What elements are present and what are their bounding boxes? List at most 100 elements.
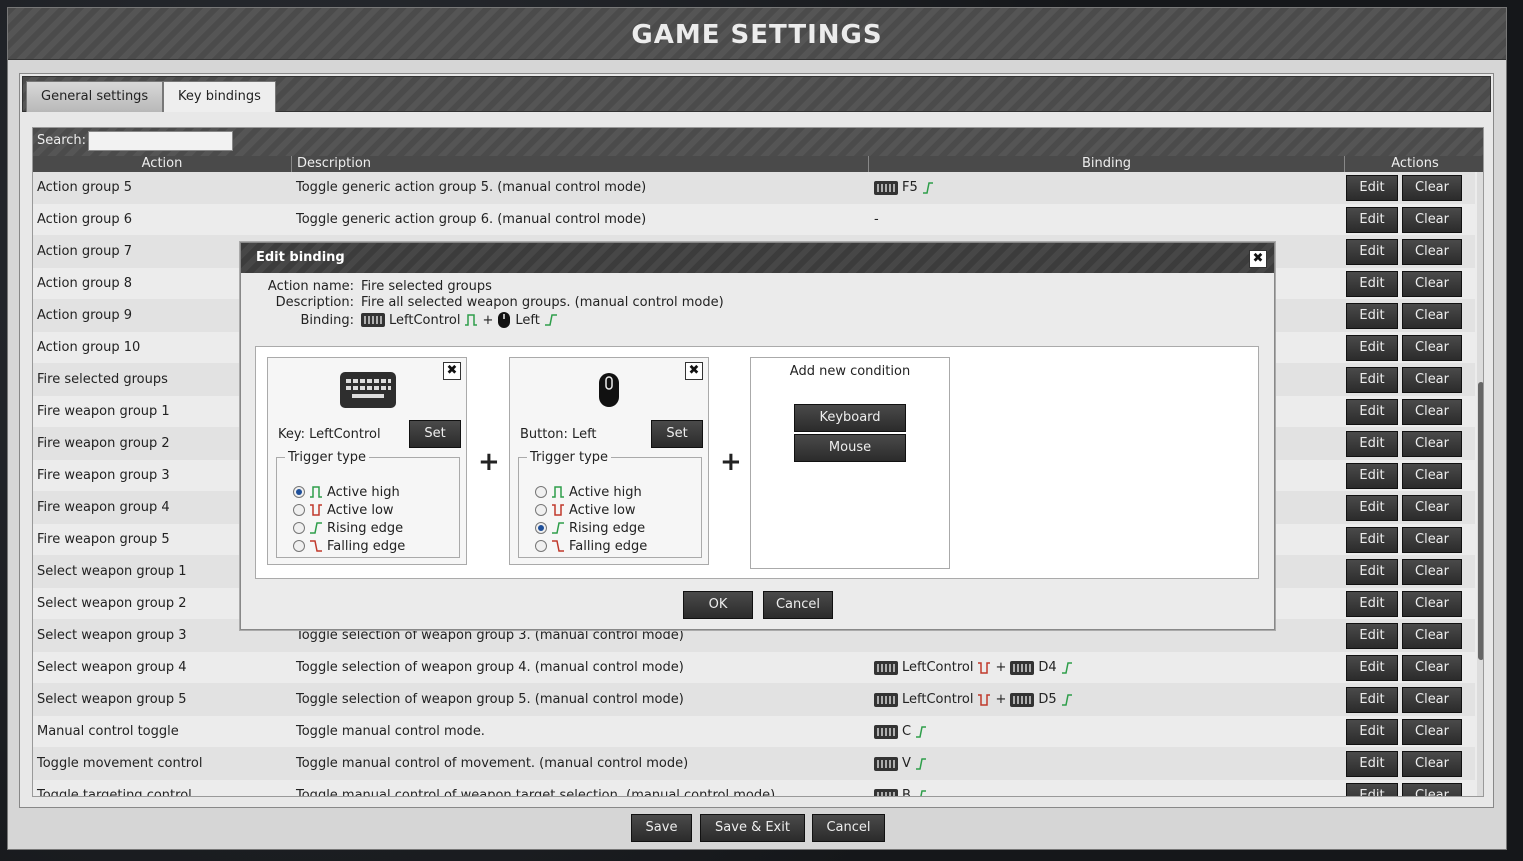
save-button[interactable]: Save	[631, 814, 692, 842]
clear-button[interactable]: Clear	[1402, 399, 1462, 425]
plus-separator-1: +	[478, 447, 500, 477]
edit-button[interactable]: Edit	[1346, 751, 1398, 777]
edit-button[interactable]: Edit	[1346, 431, 1398, 457]
clear-button[interactable]: Clear	[1402, 751, 1462, 777]
dialog-close-icon[interactable]: ✖	[1249, 250, 1267, 268]
mouse-option-falling-edge[interactable]: Falling edge	[535, 537, 647, 555]
row-binding: V	[874, 748, 927, 780]
edit-button[interactable]: Edit	[1346, 783, 1398, 796]
table-row: Select weapon group 4 Toggle selection of…	[33, 652, 1475, 684]
clear-button[interactable]: Clear	[1402, 271, 1462, 297]
add-mouse-condition-button[interactable]: Mouse	[794, 434, 906, 462]
save-exit-button[interactable]: Save & Exit	[700, 814, 805, 842]
clear-button[interactable]: Clear	[1402, 335, 1462, 361]
set-key-button[interactable]: Set	[409, 420, 461, 448]
radio[interactable]	[293, 504, 305, 516]
clear-button[interactable]: Clear	[1402, 239, 1462, 265]
clear-button[interactable]: Clear	[1402, 591, 1462, 617]
clear-button[interactable]: Clear	[1402, 495, 1462, 521]
keyboard-icon	[874, 725, 898, 739]
add-condition-title: Add new condition	[789, 364, 911, 379]
mouse-option-rising-edge[interactable]: Rising edge	[535, 519, 645, 537]
row-action: Action group 5	[37, 180, 133, 195]
scrollbar[interactable]	[1477, 172, 1483, 796]
edit-button[interactable]: Edit	[1346, 271, 1398, 297]
dialog-ok-button[interactable]: OK	[683, 591, 753, 619]
kb-option-falling-edge[interactable]: Falling edge	[293, 537, 405, 555]
edit-button[interactable]: Edit	[1346, 399, 1398, 425]
binding-plus: +	[482, 312, 494, 328]
edit-button[interactable]: Edit	[1346, 335, 1398, 361]
active-low-icon	[552, 504, 564, 516]
action-name-value: Fire selected groups	[361, 279, 492, 294]
edit-button[interactable]: Edit	[1346, 591, 1398, 617]
clear-button[interactable]: Clear	[1402, 687, 1462, 713]
edit-button[interactable]: Edit	[1346, 367, 1398, 393]
trigger-icon	[915, 789, 927, 796]
clear-button[interactable]: Clear	[1402, 303, 1462, 329]
cancel-button[interactable]: Cancel	[812, 814, 885, 842]
clear-button[interactable]: Clear	[1402, 367, 1462, 393]
clear-button[interactable]: Clear	[1402, 783, 1462, 796]
radio-selected[interactable]	[535, 522, 547, 534]
row-binding: LeftControl + D4	[874, 652, 1073, 684]
clear-button[interactable]: Clear	[1402, 207, 1462, 233]
edit-button[interactable]: Edit	[1346, 303, 1398, 329]
radio-selected[interactable]	[293, 486, 305, 498]
edit-button[interactable]: Edit	[1346, 207, 1398, 233]
edit-button[interactable]: Edit	[1346, 495, 1398, 521]
trigger-type-legend: Trigger type	[288, 450, 367, 465]
clear-button[interactable]: Clear	[1402, 527, 1462, 553]
kb-option-rising-edge[interactable]: Rising edge	[293, 519, 403, 537]
active-low-icon	[978, 662, 991, 674]
set-button-button[interactable]: Set	[651, 420, 703, 448]
table-row: Action group 6 Toggle generic action grou…	[33, 204, 1475, 236]
kb-option-active-high[interactable]: Active high	[293, 483, 400, 501]
clear-button[interactable]: Clear	[1402, 655, 1462, 681]
edit-button[interactable]: Edit	[1346, 175, 1398, 201]
edit-button[interactable]: Edit	[1346, 623, 1398, 649]
trigger-icon	[1061, 693, 1073, 707]
footer-buttons: Save Save & Exit Cancel	[8, 814, 1506, 844]
radio[interactable]	[535, 486, 547, 498]
table-row: Select weapon group 5 Toggle selection of…	[33, 684, 1475, 716]
edit-button[interactable]: Edit	[1346, 687, 1398, 713]
edit-button[interactable]: Edit	[1346, 239, 1398, 265]
option-label: Rising edge	[327, 520, 404, 536]
row-action: Fire weapon group 1	[37, 404, 170, 419]
add-keyboard-condition-button[interactable]: Keyboard	[794, 404, 906, 432]
radio[interactable]	[535, 504, 547, 516]
edit-button[interactable]: Edit	[1346, 719, 1398, 745]
clear-button[interactable]: Clear	[1402, 559, 1462, 585]
trigger-icon	[915, 725, 927, 739]
option-label: Active low	[327, 502, 394, 518]
radio[interactable]	[293, 540, 305, 552]
tab-key-bindings[interactable]: Key bindings	[163, 81, 276, 112]
tab-general-settings[interactable]: General settings	[26, 81, 164, 112]
clear-button[interactable]: Clear	[1402, 431, 1462, 457]
row-description: Toggle manual control mode.	[296, 724, 485, 739]
row-binding: B	[874, 780, 927, 796]
clear-button[interactable]: Clear	[1402, 623, 1462, 649]
keyboard-icon	[340, 372, 396, 408]
edit-button[interactable]: Edit	[1346, 559, 1398, 585]
radio[interactable]	[293, 522, 305, 534]
remove-mouse-condition-icon[interactable]: ✖	[685, 362, 703, 380]
search-input[interactable]	[88, 131, 233, 151]
binding-key: F5	[902, 180, 918, 195]
clear-button[interactable]: Clear	[1402, 463, 1462, 489]
radio[interactable]	[535, 540, 547, 552]
clear-button[interactable]: Clear	[1402, 719, 1462, 745]
trigger-icon	[1061, 661, 1073, 675]
scrollbar-thumb[interactable]	[1478, 382, 1483, 660]
edit-button[interactable]: Edit	[1346, 655, 1398, 681]
mouse-option-active-high[interactable]: Active high	[535, 483, 642, 501]
edit-button[interactable]: Edit	[1346, 527, 1398, 553]
edit-button[interactable]: Edit	[1346, 463, 1398, 489]
kb-option-active-low[interactable]: Active low	[293, 501, 394, 519]
trigger-icon	[977, 693, 991, 707]
clear-button[interactable]: Clear	[1402, 175, 1462, 201]
dialog-cancel-button[interactable]: Cancel	[763, 591, 833, 619]
mouse-option-active-low[interactable]: Active low	[535, 501, 636, 519]
remove-keyboard-condition-icon[interactable]: ✖	[443, 362, 461, 380]
